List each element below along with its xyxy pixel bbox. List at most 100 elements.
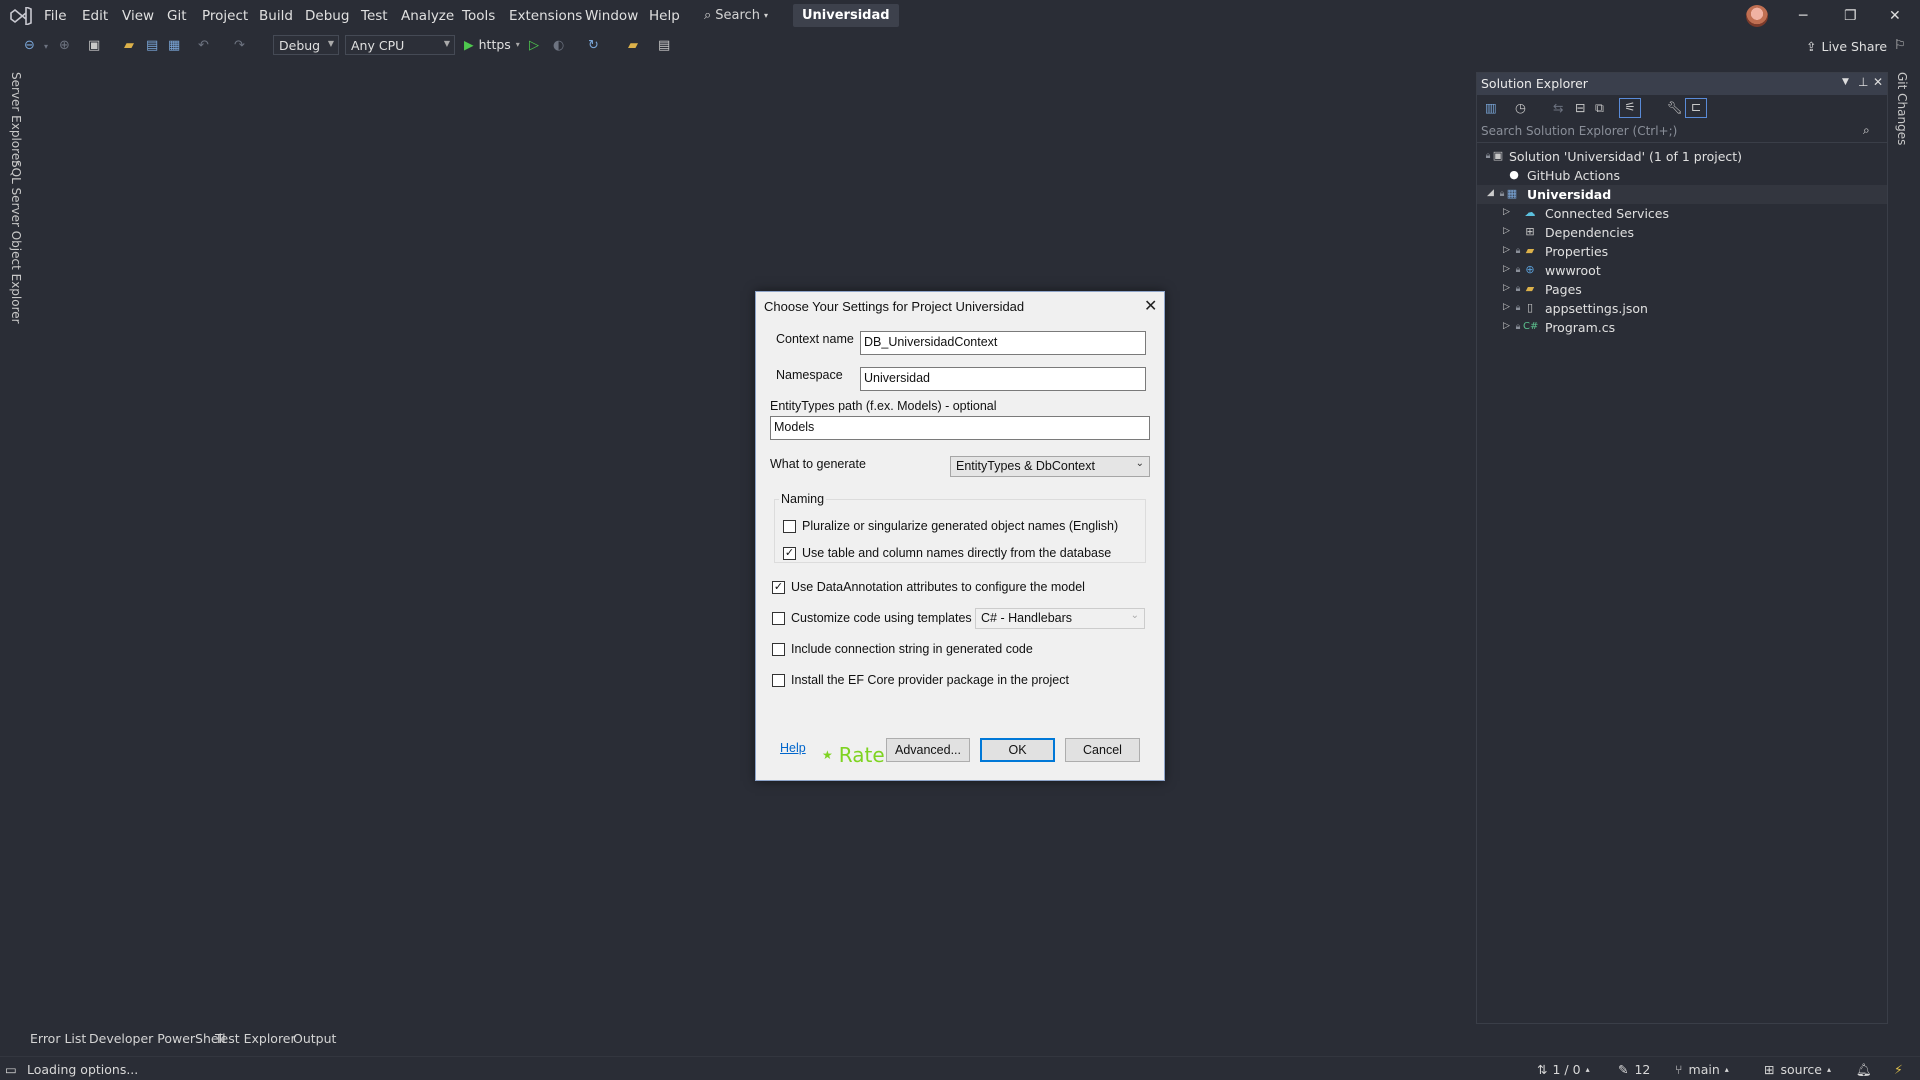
search-button[interactable]: ⌕ Search ▾ [704,8,768,23]
pin-icon[interactable]: ⊥ [1858,75,1868,89]
run-target-label: https [478,37,511,52]
chevron-down-icon[interactable]: ▾ [44,42,48,51]
back-icon[interactable]: ⊖ [24,38,35,53]
tree-item[interactable]: ▷ 🔒︎ ▰ Properties [1477,242,1887,261]
namespace-input[interactable]: Universidad [860,367,1146,391]
tree-github-actions[interactable]: ● GitHub Actions [1477,166,1887,185]
server-explorer-tab[interactable]: Server Explorer [9,72,23,165]
filter-icon[interactable]: ⚟ [1619,98,1641,118]
git-changes-tab[interactable]: Git Changes [1895,72,1909,145]
tab-developer-powershell[interactable]: Developer PowerShell [89,1031,226,1046]
menu-analyze[interactable]: Analyze [401,8,454,24]
notifications-icon[interactable]: 🔔︎ [1856,1062,1872,1078]
menu-file[interactable]: File [44,8,67,24]
tree-item[interactable]: ▷ ☁ Connected Services [1477,204,1887,223]
attach-icon[interactable]: ◐ [553,38,564,53]
tab-error-list[interactable]: Error List [30,1031,86,1046]
menu-tools[interactable]: Tools [462,8,495,24]
collapsed-triangle-icon: ▷ [1503,283,1510,293]
advanced-button[interactable]: Advanced... [886,738,970,762]
sql-server-object-explorer-tab[interactable]: SQL Server Object Explorer [9,160,23,324]
copilot-icon[interactable]: ⚡ [1894,1062,1903,1077]
visual-studio-logo-icon[interactable] [10,7,32,25]
repository-icon: ⊞ [1764,1062,1775,1077]
menu-debug[interactable]: Debug [305,8,349,24]
what-to-generate-label: What to generate [770,457,866,471]
templates-checkbox[interactable] [772,612,785,625]
configuration-dropdown[interactable]: Debug ▼ [273,35,339,55]
menu-build[interactable]: Build [259,8,293,24]
feedback-icon[interactable]: ⚐ [1894,38,1906,53]
menu-help[interactable]: Help [649,8,680,24]
properties-wrench-icon[interactable]: 🔧︎ [1667,100,1683,116]
help-link[interactable]: Help [780,741,806,755]
save-all-icon[interactable]: ▦ [168,38,180,53]
menu-window[interactable]: Window [585,8,638,24]
pluralize-checkbox[interactable] [783,520,796,533]
folder-icon: ▰ [1525,282,1535,295]
branch-selector[interactable]: ⑂ main ▴ [1675,1062,1729,1077]
menu-view[interactable]: View [122,8,154,24]
context-name-input[interactable]: DB_UniversidadContext [860,331,1146,355]
close-icon[interactable]: ✕ [1889,8,1901,24]
run-button[interactable]: ▶ https ▾ [464,37,520,52]
tree-item[interactable]: ▷ 🔒︎ ▯ appsettings.json [1477,299,1887,318]
use-names-checkbox[interactable]: ✓ [783,547,796,560]
collapse-all-icon[interactable]: ⊟ [1575,100,1585,115]
avatar[interactable] [1746,5,1768,27]
redo-icon[interactable]: ↷ [234,38,245,53]
tree-project[interactable]: ◢ 🔒︎ ▦ Universidad [1477,185,1887,204]
sync-icon[interactable]: ⇆ [1553,100,1563,115]
menu-edit[interactable]: Edit [82,8,108,24]
layout-icon[interactable]: ▤ [658,38,670,53]
minimize-icon[interactable]: ─ [1799,8,1807,24]
star-icon: ★ [822,748,833,762]
menu-project[interactable]: Project [202,8,248,24]
forward-icon[interactable]: ⊕ [59,38,70,53]
pending-changes-icon[interactable]: ◷ [1515,100,1526,115]
menu-test[interactable]: Test [361,8,388,24]
cancel-button[interactable]: Cancel [1065,738,1140,762]
solution-explorer-search[interactable]: Search Solution Explorer (Ctrl+;) ⌕ [1477,121,1887,143]
rate-button[interactable]: ★ Rate [822,743,885,767]
restore-icon[interactable]: ❐ [1844,8,1857,24]
repo-selector[interactable]: ⊞ source ▴ [1764,1062,1831,1077]
show-all-files-icon[interactable]: ⧉ [1595,100,1604,116]
start-without-debugging-icon[interactable]: ▷ [529,38,539,53]
install-package-checkbox[interactable] [772,674,785,687]
close-icon[interactable]: ✕ [1873,75,1883,89]
tree-item[interactable]: ▷ 🔒︎ ▰ Pages [1477,280,1887,299]
close-icon[interactable]: ✕ [1144,296,1157,316]
chevron-up-icon: ▴ [1827,1065,1832,1074]
naming-label: Naming [779,492,827,506]
undo-icon[interactable]: ↶ [198,38,209,53]
dataannotation-checkbox[interactable]: ✓ [772,581,785,594]
tab-test-explorer[interactable]: Test Explorer [215,1031,296,1046]
entitytypes-path-label: EntityTypes path (f.ex. Models) - option… [770,399,997,413]
menu-git[interactable]: Git [167,8,187,24]
preview-icon[interactable]: ⊏ [1685,98,1707,118]
tree-item[interactable]: ▷ ⊞ Dependencies [1477,223,1887,242]
browse-icon[interactable]: ▰ [628,38,638,53]
open-folder-icon[interactable]: ▰ [124,38,134,53]
errors-indicator[interactable]: ⇅ 1 / 0 ▴ [1537,1062,1590,1077]
refresh-icon[interactable]: ↻ [588,38,599,53]
collapsed-triangle-icon: ▷ [1503,264,1510,274]
window-position-icon[interactable]: ▼ [1842,77,1849,87]
switch-views-icon[interactable]: ▥ [1485,100,1497,115]
live-share-button[interactable]: ⇪ Live Share [1806,39,1887,54]
tree-item[interactable]: ▷ 🔒︎ ⊕ wwwroot [1477,261,1887,280]
what-to-generate-select[interactable]: EntityTypes & DbContext ⌄ [950,456,1150,477]
tree-solution[interactable]: 🔒︎ ▣ Solution 'Universidad' (1 of 1 proj… [1477,147,1887,166]
tab-output[interactable]: Output [293,1031,336,1046]
ok-button[interactable]: OK [980,738,1055,762]
entitytypes-path-input[interactable]: Models [770,416,1150,440]
connection-string-checkbox[interactable] [772,643,785,656]
tree-item[interactable]: ▷ 🔒︎ C# Program.cs [1477,318,1887,337]
collapsed-triangle-icon: ▷ [1503,321,1510,331]
save-icon[interactable]: ▤ [146,38,158,53]
changes-indicator[interactable]: ✎ 12 [1618,1062,1650,1077]
new-project-icon[interactable]: ▣ [88,38,100,53]
menu-extensions[interactable]: Extensions [509,8,582,24]
platform-dropdown[interactable]: Any CPU ▼ [345,35,455,55]
